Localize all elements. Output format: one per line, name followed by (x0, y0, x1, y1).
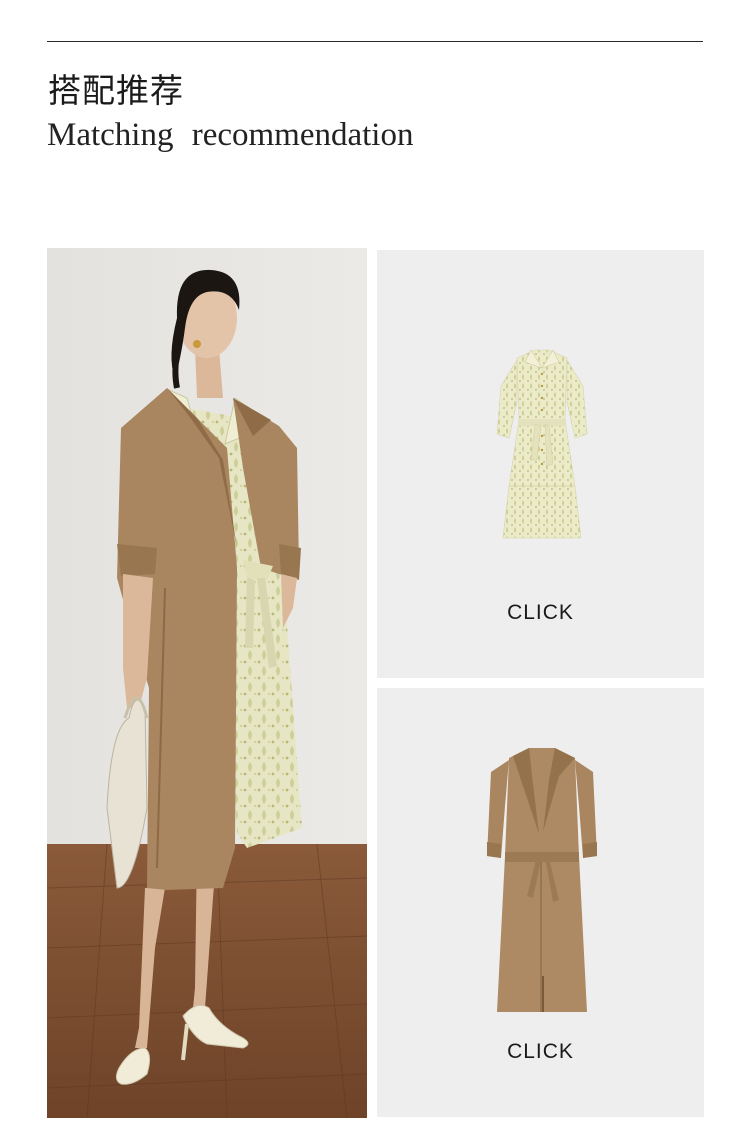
model-outfit-photo[interactable] (47, 248, 367, 1118)
header-divider (47, 41, 703, 42)
product-card-floral-dress[interactable]: CLICK (377, 250, 704, 678)
khaki-trench-coat-icon (487, 748, 597, 1012)
section-title-cn: 搭配推荐 (48, 71, 184, 110)
product-card-trench-coat[interactable]: CLICK (377, 688, 704, 1117)
floral-shirt-dress-icon (496, 349, 588, 539)
click-label[interactable]: CLICK (377, 601, 704, 625)
section-title-en: Matching recommendation (47, 117, 414, 153)
click-label[interactable]: CLICK (377, 1040, 704, 1064)
